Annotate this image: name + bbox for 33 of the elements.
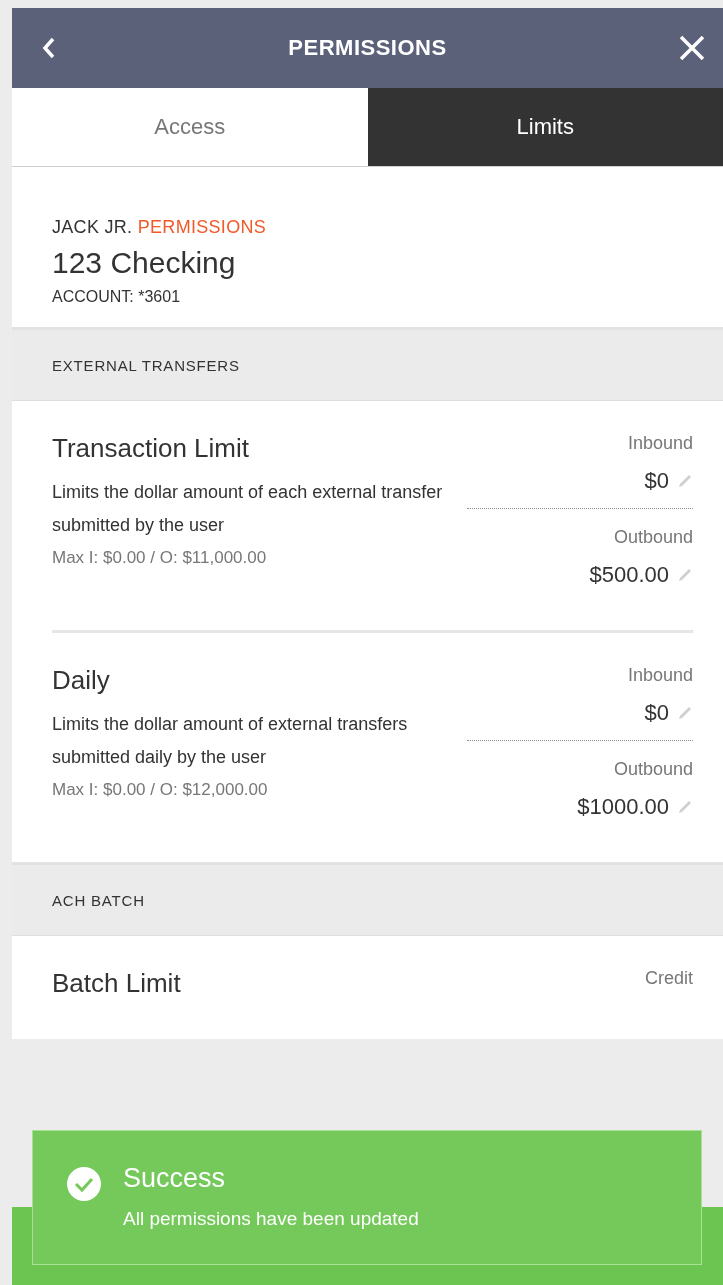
section-title: ACH BATCH (52, 891, 145, 909)
account-name: 123 Checking (52, 246, 237, 280)
field-label: Inbound (627, 665, 693, 686)
limit-maximum: Max I: $0.00 / O: $12,000.00 (52, 780, 269, 800)
check-circle-icon (67, 1167, 101, 1201)
amount-value[interactable]: $0 (644, 468, 669, 494)
field-label: Outbound (613, 759, 693, 780)
limit-title: Transaction Limit (52, 433, 250, 464)
limit-description: Limits the dollar amount of each external transfer submitted by the user (52, 481, 444, 537)
tab[interactable]: Access (12, 88, 368, 166)
pencil-icon[interactable] (677, 473, 693, 489)
field-label: Credit (645, 968, 693, 989)
back-icon[interactable] (42, 37, 56, 59)
field-label: Inbound (627, 433, 693, 454)
field-label: Outbound (613, 527, 693, 548)
limit-maximum: Max I: $0.00 / O: $11,000.00 (52, 548, 268, 568)
pencil-icon[interactable] (677, 567, 693, 583)
pencil-icon[interactable] (677, 705, 693, 721)
toast-message: All permissions have been updated (123, 1208, 419, 1230)
section-title: EXTERNAL TRANSFERS (52, 356, 240, 374)
account-heading: JACK JR. PERMISSIONS (52, 217, 268, 238)
close-icon[interactable] (679, 35, 705, 61)
limit-title: Batch Limit (52, 968, 182, 999)
limit-title: Daily (52, 665, 111, 696)
amount-value[interactable]: $0 (644, 700, 669, 726)
tab[interactable]: Limits (367, 88, 723, 166)
window-title: PERMISSIONS (288, 35, 447, 61)
limit-description: Limits the dollar amount of external transfers submitted daily by the user (52, 713, 409, 769)
account-number: ACCOUNT: *3601 (52, 288, 182, 306)
amount-value[interactable]: $1000.00 (577, 794, 669, 820)
pencil-icon[interactable] (677, 799, 693, 815)
amount-value[interactable]: $500.00 (589, 562, 669, 588)
toast-title: Success (123, 1163, 227, 1194)
